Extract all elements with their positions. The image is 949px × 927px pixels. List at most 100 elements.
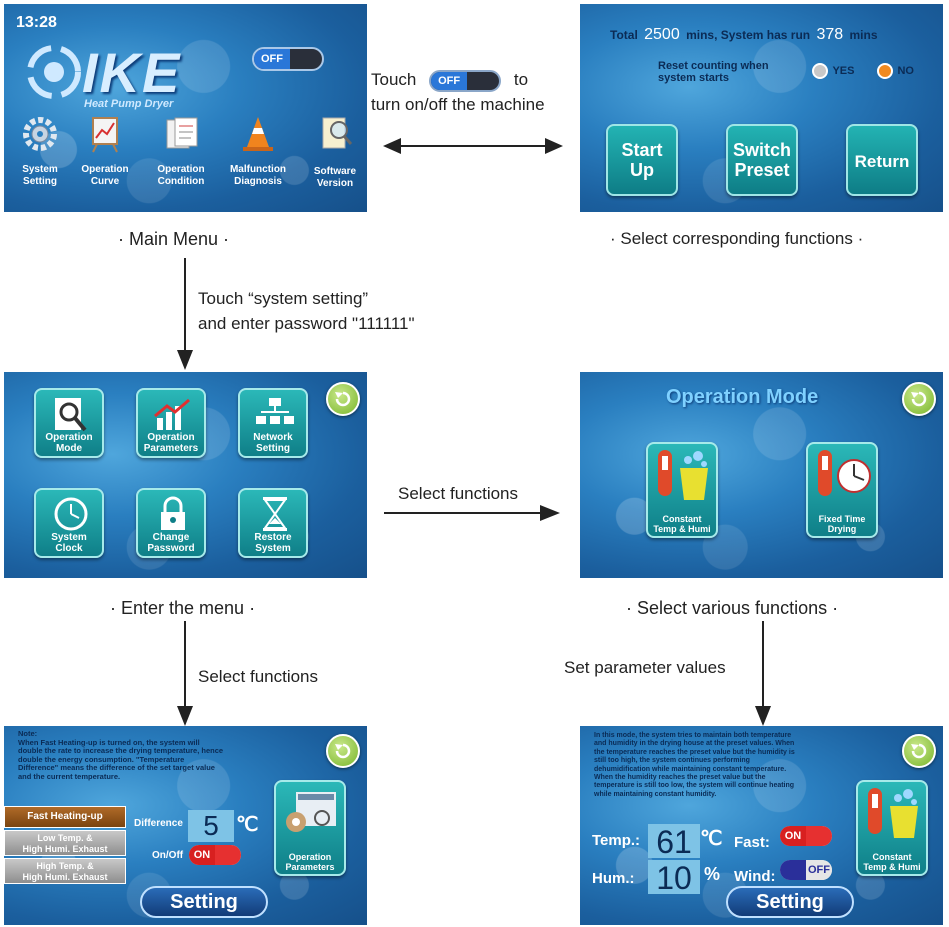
thermometer-clock-icon [818,450,871,496]
power-toggle-label: OFF [254,49,290,69]
parameters-icon [286,792,336,832]
menu-low-temp-exhaust[interactable]: Low Temp. & High Humi. Exhaust [4,830,126,856]
menu-item-software-version[interactable]: Software Version [304,114,366,194]
menu-label: Operation Curve [81,164,129,187]
menu-label: System Setting [22,164,58,187]
toggle-example: OFF [429,69,502,92]
back-button[interactable] [326,734,360,768]
hum-unit: % [704,864,721,884]
clipboard-icon [166,117,198,149]
radio-circle-selected [877,62,893,79]
tile-operation-parameters[interactable]: Operation Parameters [136,388,206,458]
fast-label: Fast: [734,834,770,851]
down-arrow-icon [177,258,193,370]
difference-input[interactable]: 5 [188,810,234,842]
menu-fast-heating-up[interactable]: Fast Heating-up [4,806,126,828]
tile-network-setting[interactable]: Network Setting [238,388,308,458]
main-menu-caption: · Main Menu · [118,229,230,249]
right-arrow-icon [384,505,560,521]
toggle-note: Touch OFF to turn on/off the machine [371,69,545,114]
clock-text: 13:28 [16,14,57,31]
menu-label: Operation Condition [157,164,205,187]
thermometer-bucket-icon [868,788,918,838]
back-arrow-icon [911,743,927,759]
fast-heating-note: Note: When Fast Heating-up is turned on, … [18,729,224,781]
set-parameter-values-label: Set parameter values [564,658,726,677]
menu-label: Malfunction Diagnosis [229,164,287,187]
temp-label: Temp.: [592,832,641,849]
lock-icon [161,496,185,530]
difference-unit: ℃ [236,814,259,836]
wind-toggle[interactable]: OFF [780,860,832,880]
menu-high-temp-exhaust[interactable]: High Temp. & High Humi. Exhaust [4,858,126,884]
mode-constant-temp-humi[interactable]: Constant Temp & Humi [646,442,718,538]
fast-heating-toggle[interactable]: ON [189,845,241,865]
radio-circle [812,62,828,79]
fast-toggle[interactable]: ON [780,826,832,846]
chart-easel-icon [92,117,118,153]
logo-subtitle: Heat Pump Dryer [84,98,174,110]
network-icon [256,398,294,424]
main-menu-screen: 13:28 IKE Heat Pump Dryer OFF System Sett… [4,4,367,212]
back-arrow-icon [335,391,351,407]
onoff-label: On/Off [152,850,184,861]
power-toggle[interactable]: OFF [252,47,324,71]
clock-icon [54,497,88,531]
tile-system-clock[interactable]: System Clock [34,488,104,558]
tile-restore-system[interactable]: Restore System [238,488,308,558]
yes-radio[interactable]: YES [812,62,854,80]
operation-mode-screen: Operation Mode Constant Temp & Humi Fixed… [580,372,943,578]
operation-mode-caption: · Select various functions · [626,598,839,618]
constant-mode-note: In this mode, the system tries to mainta… [594,732,795,798]
return-button[interactable]: Return [846,124,918,196]
menu-item-malfunction-diagnosis[interactable]: Malfunction Diagnosis [223,114,293,194]
no-radio[interactable]: NO [877,62,914,80]
logo: IKE [24,36,204,106]
double-arrow-icon [383,138,563,154]
gear-icon [23,117,57,151]
fast-heating-screen: Note: When Fast Heating-up is turned on, … [4,726,367,925]
switch-preset-button[interactable]: Switch Preset [726,124,798,196]
trend-chart-icon [154,398,190,430]
setting-button[interactable]: Setting [726,886,854,918]
hum-label: Hum.: [592,870,635,887]
down-arrow-icon [755,621,771,726]
startup-caption: · Select corresponding functions · [610,229,864,248]
difference-label: Difference [134,818,183,829]
hum-input[interactable]: 10 [648,860,700,896]
settings-caption: · Enter the menu · [110,598,256,618]
back-button[interactable] [326,382,360,416]
operation-mode-title: Operation Mode [666,386,819,408]
temp-unit: ℃ [700,828,723,850]
menu-item-system-setting[interactable]: System Setting [10,114,70,194]
down-arrow-icon [177,621,193,726]
menu-label: Software Version [313,166,357,189]
setting-button[interactable]: Setting [140,886,268,918]
select-functions-label-2: Select functions [198,667,319,686]
reset-label: Reset counting when system starts [658,60,769,84]
menu-item-operation-condition[interactable]: Operation Condition [150,114,212,194]
constant-temp-humi-side[interactable]: Constant Temp & Humi [856,780,928,876]
operation-parameters-side[interactable]: Operation Parameters [274,780,346,876]
traffic-cone-icon [243,117,273,151]
back-button[interactable] [902,382,936,416]
temp-input[interactable]: 61 [648,824,700,860]
mode-fixed-time-drying[interactable]: Fixed Time Drying [806,442,878,538]
document-search-icon [322,117,353,149]
wind-label: Wind: [734,868,776,885]
tile-operation-mode[interactable]: Operation Mode [34,388,104,458]
swirl-logo-icon [27,45,81,99]
back-button[interactable] [902,734,936,768]
logo-text: IKE [82,41,182,104]
back-arrow-icon [911,391,927,407]
tile-change-password[interactable]: Change Password [136,488,206,558]
total-line: Total 2500 mins, System has run 378 mins [610,26,878,43]
settings-menu-screen: Operation Mode Operation Parameters Networ… [4,372,367,578]
start-up-button[interactable]: Start Up [606,124,678,196]
search-icon [55,398,87,432]
hourglass-icon [263,497,287,531]
step1-instruction: Touch “system setting” and enter password… [198,289,415,333]
menu-item-operation-curve[interactable]: Operation Curve [74,114,136,194]
thermometer-bucket-icon [658,450,708,500]
back-arrow-icon [335,743,351,759]
